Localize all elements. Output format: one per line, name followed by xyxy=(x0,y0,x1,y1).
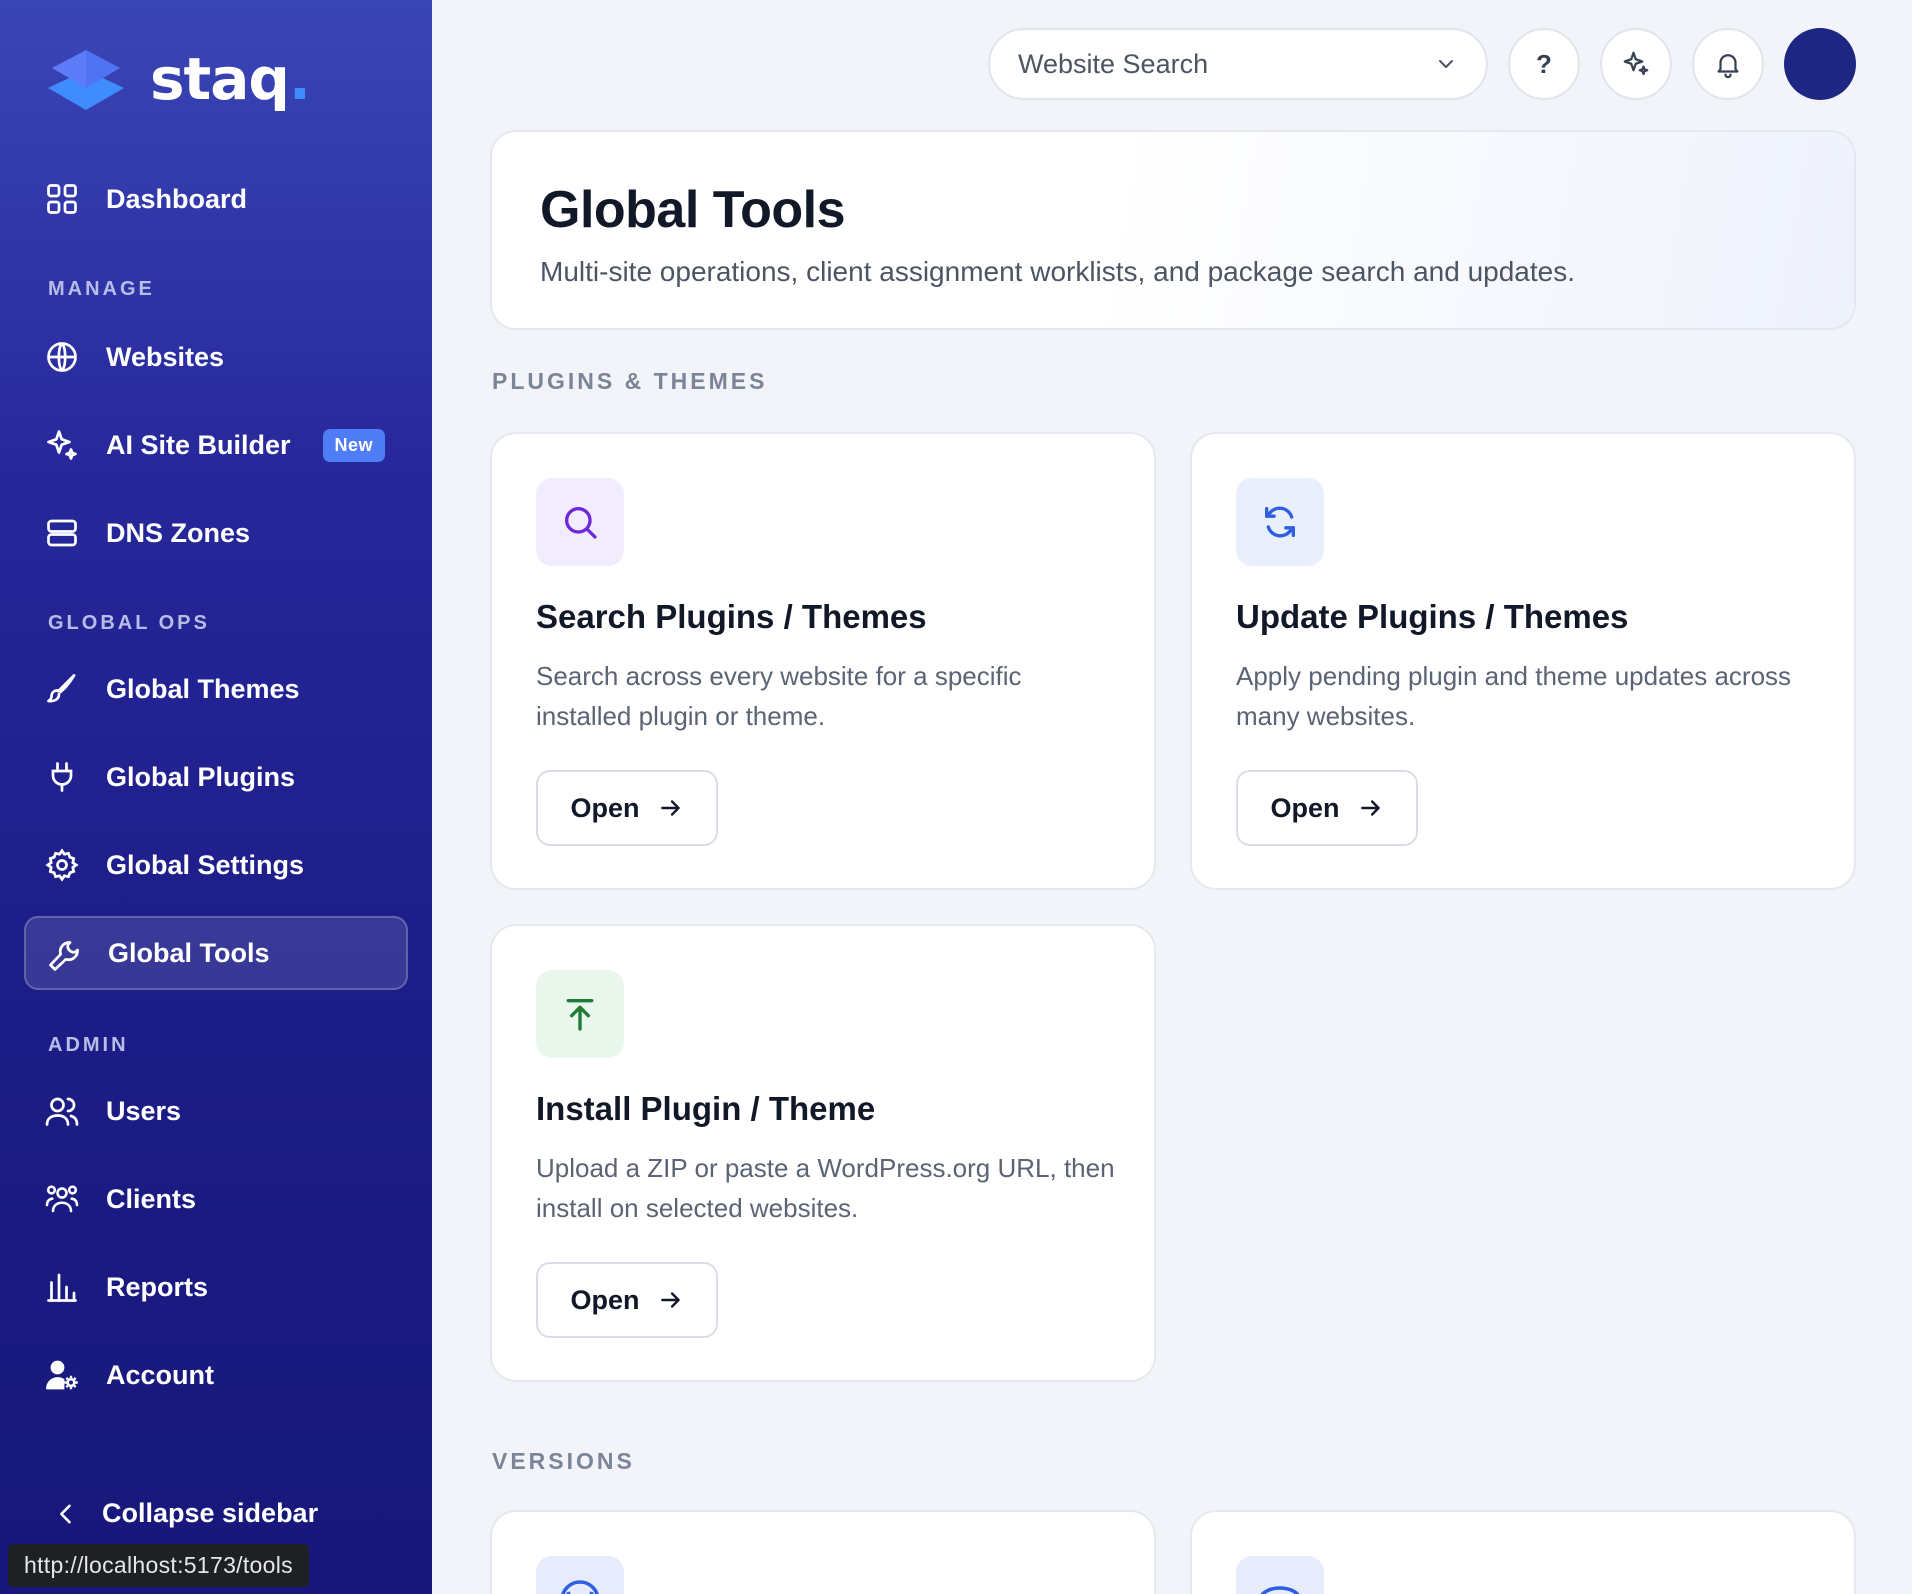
globe-icon xyxy=(47,342,77,372)
sidebar-item-global-themes[interactable]: Global Themes xyxy=(24,652,408,726)
section-heading-plugins-themes: PLUGINS & THEMES xyxy=(492,368,768,394)
sidebar-item-label: Users xyxy=(106,1095,182,1126)
section-label-global-ops: GLOBAL OPS xyxy=(48,612,210,634)
sidebar-item-label: Global Themes xyxy=(106,673,300,704)
sidebar: staq. Dashboard MANAGE Websites AI Site … xyxy=(0,0,432,1594)
sidebar-item-label: Account xyxy=(106,1359,214,1390)
sidebar-item-clients[interactable]: Clients xyxy=(24,1162,408,1236)
tool-card-update: Update Plugins / Themes Apply pending pl… xyxy=(1190,432,1856,890)
tool-title: Search Plugins / Themes xyxy=(536,598,927,635)
avatar[interactable] xyxy=(1784,28,1856,100)
arrow-right-icon xyxy=(660,1292,680,1308)
sparkle-icon xyxy=(1623,51,1649,76)
bar-chart-icon xyxy=(47,1273,77,1302)
sidebar-item-users[interactable]: Users xyxy=(24,1074,408,1148)
refresh-icon xyxy=(1265,506,1295,538)
sidebar-item-label: Clients xyxy=(106,1183,197,1214)
tool-title: Update Plugins / Themes xyxy=(1236,598,1629,635)
user-cog-icon xyxy=(46,1360,78,1390)
open-update-tool-button[interactable]: Open xyxy=(1236,770,1418,846)
sidebar-item-label: Reports xyxy=(106,1271,209,1302)
open-button-label: Open xyxy=(570,792,640,823)
logo-mark-icon xyxy=(48,50,124,110)
brush-icon xyxy=(47,674,76,703)
tool-icon-wrap xyxy=(536,478,624,566)
section-label-admin: ADMIN xyxy=(48,1034,129,1056)
sidebar-item-ai-site-builder[interactable]: AI Site Builder New xyxy=(24,408,408,482)
page-header-card: Global Tools Multi-site operations, clie… xyxy=(490,130,1856,330)
version-icon-wrap xyxy=(536,1556,624,1594)
page-title: Global Tools xyxy=(540,181,846,239)
sidebar-item-label: Dashboard xyxy=(106,183,248,214)
status-bar-url: http://localhost:5173/tools xyxy=(8,1544,309,1587)
logo[interactable]: staq. xyxy=(46,44,311,114)
notifications-button[interactable] xyxy=(1692,28,1764,100)
version-card-php xyxy=(1190,1510,1856,1594)
sparkle-icon xyxy=(47,430,77,460)
open-install-tool-button[interactable]: Open xyxy=(536,1262,718,1338)
section-label-manage: MANAGE xyxy=(48,278,155,300)
sidebar-item-label: Global Plugins xyxy=(106,761,296,792)
tool-icon-wrap xyxy=(536,970,624,1058)
page-subtitle: Multi-site operations, client assignment… xyxy=(540,256,1575,287)
search-icon xyxy=(565,507,597,539)
users-icon xyxy=(45,1097,79,1126)
sidebar-item-dashboard[interactable]: Dashboard xyxy=(24,162,408,236)
ai-assistant-button[interactable] xyxy=(1600,28,1672,100)
sidebar-item-label: Global Settings xyxy=(106,849,305,880)
sidebar-item-label: Global Tools xyxy=(108,937,270,968)
upload-icon xyxy=(566,999,594,1031)
server-icon xyxy=(47,519,77,547)
help-button[interactable]: ? xyxy=(1508,28,1580,100)
sidebar-item-label: DNS Zones xyxy=(106,517,251,548)
chevron-down-icon xyxy=(1439,60,1453,68)
wrench-icon xyxy=(49,941,79,971)
tool-description: Upload a ZIP or paste a WordPress.org UR… xyxy=(536,1153,1115,1223)
sidebar-item-account[interactable]: Account xyxy=(24,1338,408,1412)
new-badge: New xyxy=(322,428,386,462)
sidebar-item-websites[interactable]: Websites xyxy=(24,320,408,394)
sidebar-item-global-settings[interactable]: Global Settings xyxy=(24,828,408,902)
open-search-tool-button[interactable]: Open xyxy=(536,770,718,846)
tool-card-search: Search Plugins / Themes Search across ev… xyxy=(490,432,1156,890)
tool-icon-wrap xyxy=(1236,478,1324,566)
tool-description: Apply pending plugin and theme updates a… xyxy=(1236,661,1792,731)
help-icon: ? xyxy=(1536,48,1552,79)
collapse-sidebar-button[interactable]: Collapse sidebar xyxy=(52,1498,318,1529)
arrow-right-icon xyxy=(660,800,680,816)
group-icon xyxy=(45,1185,79,1213)
collapse-sidebar-label: Collapse sidebar xyxy=(102,1498,319,1528)
website-search-select[interactable]: Website Search xyxy=(988,28,1488,100)
section-heading-versions: VERSIONS xyxy=(492,1448,635,1474)
wordpress-icon xyxy=(561,1580,599,1594)
sidebar-item-label: AI Site Builder xyxy=(106,429,291,460)
chevron-left-icon xyxy=(60,1504,71,1523)
version-icon-wrap xyxy=(1236,1556,1324,1594)
logo-text: staq. xyxy=(150,45,311,113)
arrow-right-icon xyxy=(1360,800,1380,816)
sidebar-item-dns-zones[interactable]: DNS Zones xyxy=(24,496,408,570)
tool-description: Search across every website for a specif… xyxy=(536,661,1022,731)
tool-card-install: Install Plugin / Theme Upload a ZIP or p… xyxy=(490,924,1156,1382)
open-button-label: Open xyxy=(1270,792,1340,823)
tool-title: Install Plugin / Theme xyxy=(536,1090,876,1127)
gear-icon xyxy=(45,848,79,882)
sidebar-item-global-tools[interactable]: Global Tools xyxy=(24,916,408,990)
plug-icon xyxy=(51,762,73,792)
grid-icon xyxy=(47,184,77,214)
sidebar-item-reports[interactable]: Reports xyxy=(24,1250,408,1324)
version-card-wordpress xyxy=(490,1510,1156,1594)
php-icon xyxy=(1260,1586,1300,1594)
website-search-placeholder: Website Search xyxy=(1018,48,1209,79)
open-button-label: Open xyxy=(570,1284,640,1315)
sidebar-item-label: Websites xyxy=(106,341,225,372)
sidebar-item-global-plugins[interactable]: Global Plugins xyxy=(24,740,408,814)
bell-icon xyxy=(1717,54,1739,79)
